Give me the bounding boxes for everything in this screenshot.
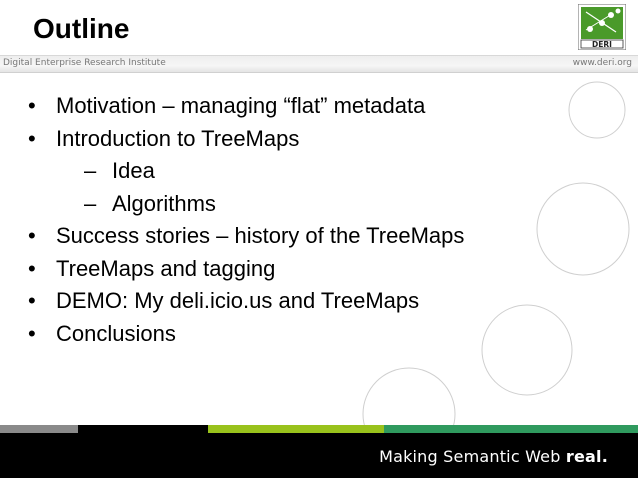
sub-bullet-dash: –: [84, 190, 97, 216]
footer-segment-black: [78, 425, 208, 433]
bullet-text: Conclusions: [56, 320, 176, 346]
logo-text: DERI: [592, 40, 612, 49]
footer-segment-green: [384, 425, 638, 433]
footer: Making Semantic Web real.: [0, 433, 638, 478]
deri-logo: DERI: [578, 4, 626, 50]
bullet-item: • Conclusions: [28, 318, 464, 351]
bullet-item: • DEMO: My deli.icio.us and TreeMaps: [28, 285, 464, 318]
deco-circle: [536, 182, 630, 276]
bullet-text: Success stories – history of the TreeMap…: [56, 223, 465, 248]
bullet-item: • Introduction to TreeMaps: [28, 123, 464, 156]
institute-banner: Digital Enterprise Research Institute ww…: [0, 55, 638, 73]
bullet-dot: •: [28, 93, 36, 118]
bullet-text: TreeMaps and tagging: [56, 255, 276, 281]
slide-title: Outline: [33, 13, 130, 44]
bullet-item: • Success stories – history of the TreeMa…: [28, 220, 464, 253]
bullet-text: Introduction to TreeMaps: [56, 125, 300, 151]
footer-color-bar: [0, 425, 638, 433]
sub-bullet-item: – Idea: [28, 155, 464, 188]
bullet-dot: •: [28, 125, 36, 151]
institute-name: Digital Enterprise Research Institute: [3, 58, 166, 68]
slogan-text: Making Semantic Web: [379, 447, 561, 466]
deco-circle: [568, 81, 626, 139]
bullet-dot: •: [28, 288, 36, 313]
sub-bullet-item: – Algorithms: [28, 188, 464, 221]
slogan-emphasis: real.: [565, 447, 608, 466]
bullet-dot: •: [28, 320, 36, 346]
site-url[interactable]: www.deri.org: [573, 58, 632, 68]
footer-segment-lime: [208, 425, 384, 433]
footer-segment-gray: [0, 425, 78, 433]
sub-bullet-dash: –: [84, 158, 97, 183]
bullet-dot: •: [28, 255, 36, 281]
sub-bullet-text: Idea: [112, 158, 155, 183]
bullet-list: • Motivation – managing “flat” metadata •…: [28, 90, 464, 350]
sub-bullet-text: Algorithms: [112, 190, 216, 216]
bullet-dot: •: [28, 223, 36, 248]
footer-slogan: Making Semantic Web real.: [379, 447, 608, 466]
bullet-item: • TreeMaps and tagging: [28, 253, 464, 286]
bullet-text: Motivation – managing “flat” metadata: [56, 93, 426, 118]
bullet-item: • Motivation – managing “flat” metadata: [28, 90, 464, 123]
deco-circle: [481, 304, 573, 396]
bullet-text: DEMO: My deli.icio.us and TreeMaps: [56, 288, 420, 313]
